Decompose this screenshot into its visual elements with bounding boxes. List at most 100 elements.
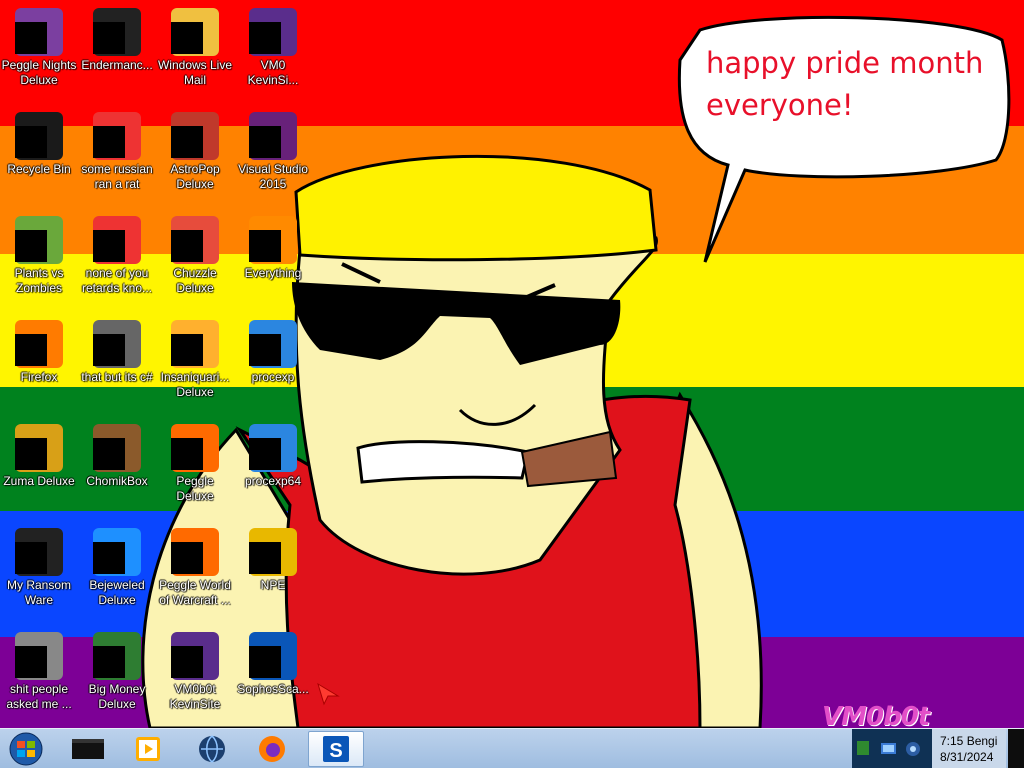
redaction-box — [15, 438, 47, 470]
redaction-box — [249, 126, 281, 158]
desktop-icon[interactable]: none of you retards kno... — [78, 208, 156, 304]
vm0-app-icon — [249, 8, 297, 56]
procexp-icon — [249, 424, 297, 472]
desktop-icon[interactable]: Plants vs Zombies — [0, 208, 78, 304]
desktop-icon-label: Bejeweled Deluxe — [89, 578, 145, 607]
desktop-icon-label: Everything — [244, 266, 302, 280]
procexp-icon — [249, 320, 297, 368]
desktop-icon-label: ChomikBox — [86, 474, 148, 488]
desktop-icon[interactable]: Insaniquari... Deluxe — [156, 312, 234, 408]
redaction-box — [15, 22, 47, 54]
redaction-box — [171, 334, 203, 366]
redaction-box — [171, 542, 203, 574]
start-button[interactable] — [4, 731, 48, 767]
desktop-icon[interactable]: Peggle Nights Deluxe — [0, 0, 78, 96]
clock-time: 7:15 Bengi — [940, 734, 998, 748]
redaction-box — [93, 646, 125, 678]
desktop-icon[interactable]: Visual Studio 2015 — [234, 104, 312, 200]
mouse-cursor-icon — [317, 682, 340, 706]
desktop-icon[interactable]: AstroPop Deluxe — [156, 104, 234, 200]
taskbar-globe[interactable] — [184, 731, 240, 767]
tray-expand-icon[interactable] — [857, 741, 869, 755]
desktop-icon-label: Big Money Deluxe — [88, 682, 146, 711]
desktop-icon[interactable]: Everything — [234, 208, 312, 304]
desktop-icon-label: Insaniquari... Deluxe — [160, 370, 230, 399]
npe-icon — [249, 528, 297, 576]
desktop-icon[interactable]: procexp64 — [234, 416, 312, 512]
taskbar-cmd[interactable] — [60, 731, 116, 767]
redaction-box — [93, 438, 125, 470]
redaction-box — [93, 542, 125, 574]
terminal-app-icon — [15, 528, 63, 576]
redaction-box — [171, 646, 203, 678]
desktop-icon[interactable]: Peggle Deluxe — [156, 416, 234, 512]
desktop-icon[interactable]: Chuzzle Deluxe — [156, 208, 234, 304]
bejeweled-icon — [93, 528, 141, 576]
insaniquarium-icon — [171, 320, 219, 368]
media-player-icon — [136, 737, 160, 761]
redaction-box — [171, 22, 203, 54]
desktop-icon[interactable]: Zuma Deluxe — [0, 416, 78, 512]
desktop-icon[interactable]: NPE — [234, 520, 312, 616]
redaction-box — [93, 230, 125, 262]
desktop-icon[interactable]: Bejeweled Deluxe — [78, 520, 156, 616]
svg-text:S: S — [329, 740, 342, 762]
desktop-icon-label: SophosSca... — [237, 682, 309, 696]
firefox-icon — [15, 320, 63, 368]
desktop-icon[interactable]: procexp — [234, 312, 312, 408]
program-icon — [93, 216, 141, 264]
plants-vs-zombies-icon — [15, 216, 63, 264]
redaction-box — [171, 230, 203, 262]
redaction-box — [249, 542, 281, 574]
desktop-icon-label: procexp64 — [244, 474, 302, 488]
peggle-icon — [171, 424, 219, 472]
chomikbox-icon — [93, 424, 141, 472]
desktop-icon[interactable]: Firefox — [0, 312, 78, 408]
desktop-icon[interactable]: that but its c# — [78, 312, 156, 408]
mail-icon — [171, 8, 219, 56]
desktop-icon-label: VM0b0t KevinSite — [169, 682, 221, 711]
redaction-box — [93, 22, 125, 54]
desktop-icon[interactable]: Peggle World of Warcraft ... — [156, 520, 234, 616]
shortcut-icon — [93, 320, 141, 368]
show-desktop-button[interactable] — [1008, 729, 1024, 768]
desktop-icon[interactable]: VM0 KevinSi... — [234, 0, 312, 96]
desktop-icon[interactable]: Big Money Deluxe — [78, 624, 156, 720]
redaction-box — [15, 230, 47, 262]
recycle-bin-icon — [15, 112, 63, 160]
desktop-icon-label: AstroPop Deluxe — [170, 162, 220, 191]
redaction-box — [93, 126, 125, 158]
desktop-icon[interactable]: Windows Live Mail — [156, 0, 234, 96]
desktop-icon[interactable]: VM0b0t KevinSite — [156, 624, 234, 720]
desktop-icon-label: some russian ran a rat — [81, 162, 153, 191]
desktop-icon[interactable]: Endermanc... — [78, 0, 156, 96]
system-clock[interactable]: 7:15 Bengi 8/31/2024 — [932, 729, 1006, 768]
taskbar-sophos[interactable]: S — [308, 731, 364, 767]
taskbar-firefox[interactable] — [244, 731, 300, 767]
peggle-icon — [171, 528, 219, 576]
desktop-icon[interactable]: Recycle Bin — [0, 104, 78, 200]
desktop-icon[interactable]: ChomikBox — [78, 416, 156, 512]
speech-bubble-text: happy pride month everyone! — [706, 42, 986, 126]
search-tool-icon — [249, 216, 297, 264]
desktop-icon[interactable]: shit people asked me ... — [0, 624, 78, 720]
desktop-icon[interactable]: My Ransom Ware — [0, 520, 78, 616]
redaction-box — [249, 230, 281, 262]
desktop-icon-label: Visual Studio 2015 — [238, 162, 308, 191]
redaction-box — [249, 438, 281, 470]
desktop-icon-label: Peggle Deluxe — [176, 474, 214, 503]
desktop-icon-label: Recycle Bin — [7, 162, 71, 176]
vm0-app-icon — [171, 632, 219, 680]
chuzzle-icon — [171, 216, 219, 264]
tray-speaker-icon[interactable] — [904, 740, 922, 758]
taskbar-media-player[interactable] — [120, 731, 176, 767]
redaction-box — [15, 334, 47, 366]
desktop-icon-label: VM0 KevinSi... — [247, 58, 299, 87]
desktop-icon[interactable]: SophosSca... — [234, 624, 312, 720]
desktop-icon[interactable]: some russian ran a rat — [78, 104, 156, 200]
terminal-app-icon — [93, 8, 141, 56]
desktop-icon-label: Zuma Deluxe — [3, 474, 75, 488]
taskbar: S 7:15 Bengi 8/31/2024 — [0, 728, 1024, 768]
tray-network-icon[interactable] — [880, 741, 898, 757]
speech-line-1: happy pride month — [706, 46, 984, 80]
